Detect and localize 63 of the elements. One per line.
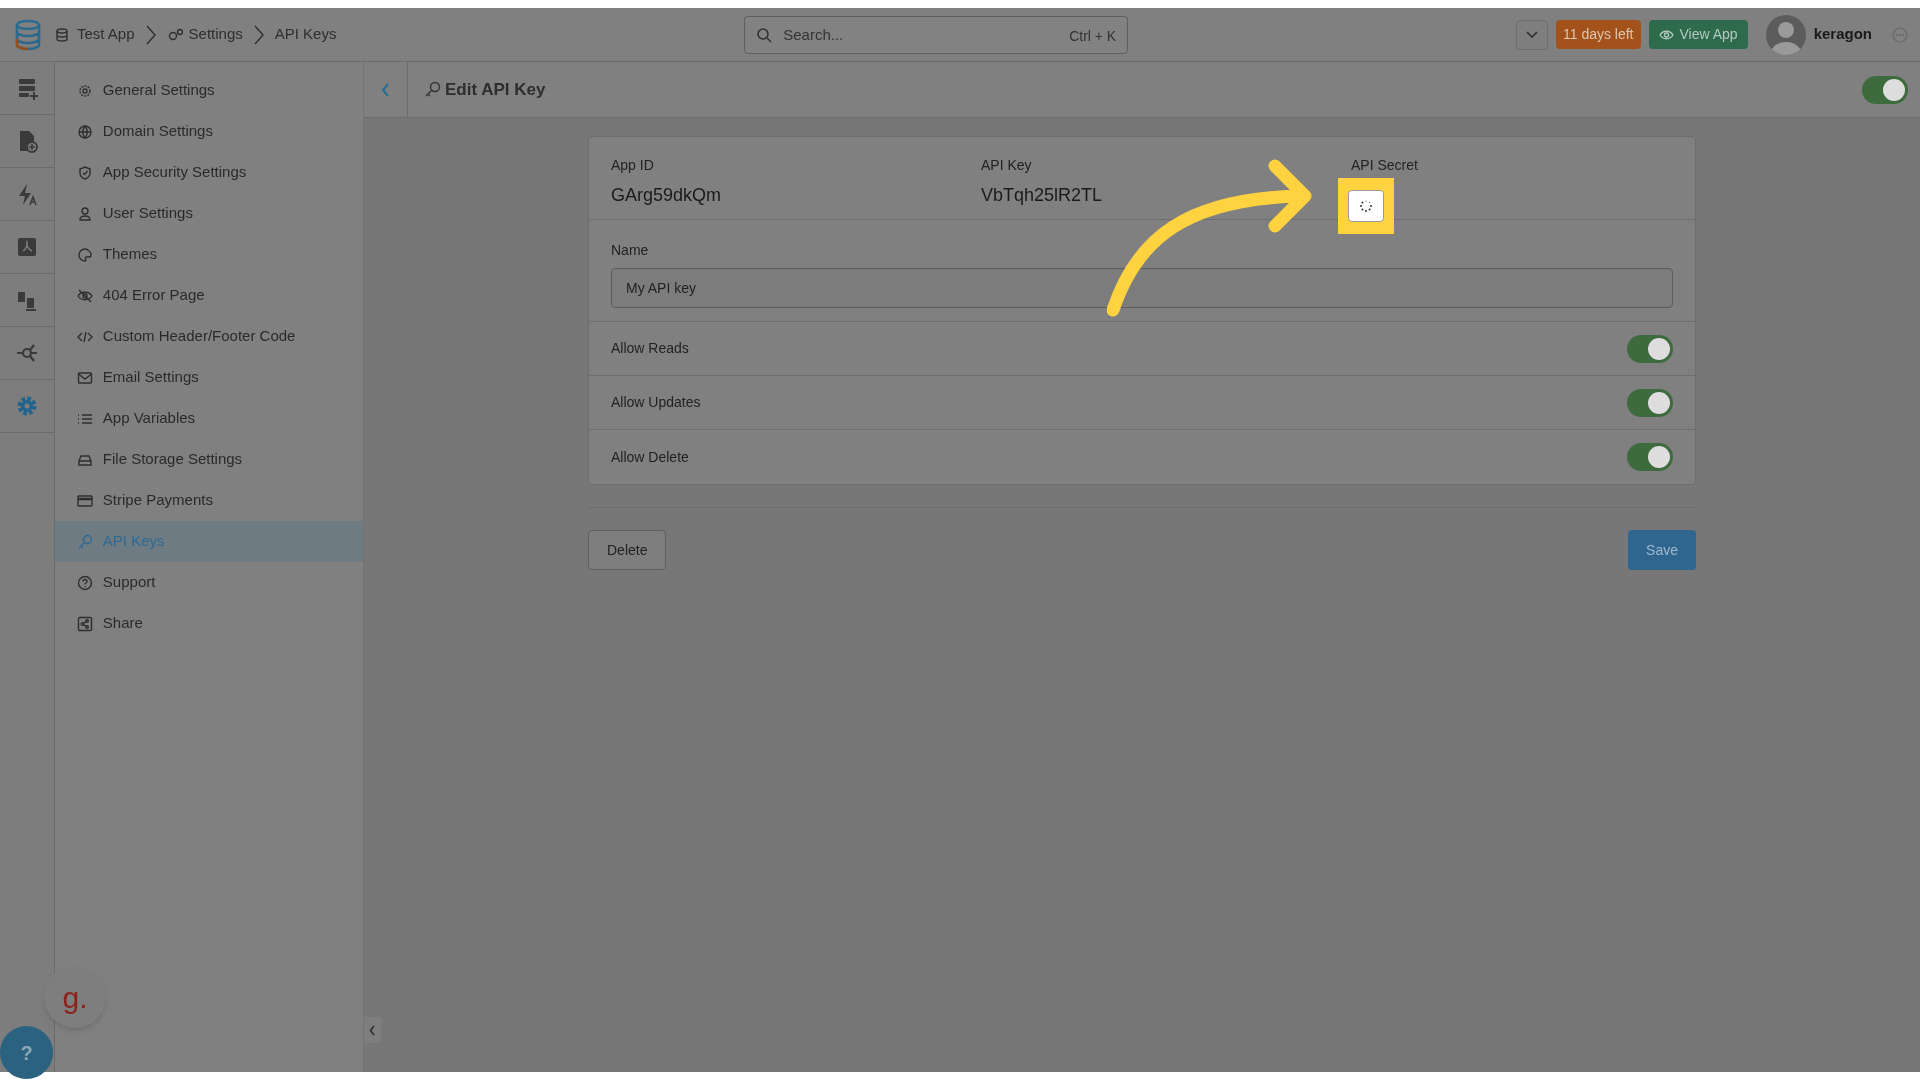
globe-icon [76,123,93,140]
save-button[interactable]: Save [1628,530,1696,570]
chevron-left-icon [369,1024,376,1036]
reveal-button[interactable] [1348,190,1384,222]
sidebar-item[interactable]: Custom Header/Footer Code [54,316,363,357]
field-value: GArg59dkQm [611,184,723,207]
chevron-right-icon [252,23,265,46]
question-icon [76,574,93,591]
chevron-right-icon [144,23,157,46]
field-label: App ID [611,156,654,175]
collapse-tab[interactable] [364,1017,381,1043]
permission-label: Allow Reads [611,339,689,358]
page-title: Edit API Key [445,78,546,101]
field-label: API Key [981,156,1032,175]
key-icon [76,533,93,550]
toggle-switch[interactable] [1862,75,1908,104]
sidebar-item[interactable]: Themes [54,234,363,275]
breadcrumb-link[interactable]: Test App [55,23,135,46]
caret-icon [1525,30,1538,39]
name-field[interactable]: My API key [611,268,1673,308]
database-icon [55,26,71,43]
permission-label: Allow Updates [611,393,701,412]
card-icon [76,492,93,509]
toggle-switch[interactable] [1627,443,1673,471]
delete-button[interactable]: Delete [588,530,667,570]
avatar-icon[interactable] [1765,14,1806,55]
trial-badge: 11 days left [1555,20,1641,49]
more-icon[interactable] [1892,26,1908,43]
person-icon [76,205,93,222]
palette-icon [76,246,93,263]
field-label: API Secret [1351,156,1418,175]
permission-label: Allow Delete [611,447,689,467]
eye-slash-icon [76,287,93,304]
sidebar-item[interactable]: Domain Settings [54,111,363,152]
toggle-switch[interactable] [1627,388,1673,417]
chevron-left-icon [381,82,390,97]
spinner-icon [1359,199,1373,213]
sidebar-item[interactable]: App Variables [54,398,363,439]
sidebar-item[interactable]: File Storage Settings [54,439,363,480]
shortcut-hint: Ctrl + K [1069,26,1117,46]
dropdown-button[interactable] [1515,19,1548,50]
database-logo-icon[interactable] [13,18,42,51]
sidebar-item[interactable]: Email Settings [54,357,363,398]
sidebar-item[interactable]: General Settings [54,70,363,111]
sidebar-item[interactable]: User Settings [54,193,363,234]
sidebar-item[interactable]: App Security Settings [54,152,363,193]
user-name[interactable]: keragon [1813,23,1872,46]
breadcrumb-link[interactable]: Settings [166,23,243,46]
field-label: Name [611,241,650,260]
share-icon [76,615,93,632]
sidebar-item[interactable]: Support [54,562,363,603]
shield-icon [76,164,93,181]
sidebar-item[interactable]: Share [54,603,363,644]
breadcrumb-link[interactable]: API Keys [274,23,337,46]
envelope-icon [76,369,93,386]
search-icon [756,26,773,43]
field-value: VbTqh25lR2TL [981,184,1104,207]
sidebar-item[interactable]: 404 Error Page [54,275,363,316]
toggle-switch[interactable] [1627,334,1673,363]
sidebar-item[interactable]: Stripe Payments [54,480,363,521]
key-icon [424,81,441,98]
view-app-button[interactable]: View App [1648,20,1748,49]
eye-icon [1658,29,1674,40]
